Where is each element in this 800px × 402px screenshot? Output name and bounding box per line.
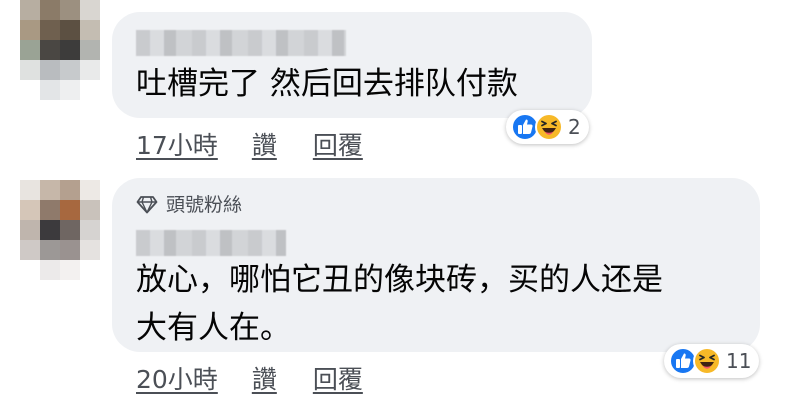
comment-1: 吐槽完了 然后回去排队付款 2 17小時 讚 回覆 bbox=[0, 0, 800, 160]
avatar[interactable] bbox=[20, 180, 100, 280]
timestamp-link[interactable]: 17小時 bbox=[136, 126, 218, 162]
avatar[interactable] bbox=[20, 0, 100, 100]
reaction-summary[interactable]: 11 bbox=[664, 344, 760, 378]
diamond-icon bbox=[136, 195, 158, 213]
reaction-count: 11 bbox=[726, 349, 752, 373]
comment-text: 吐槽完了 然后回去排队付款 bbox=[136, 66, 518, 102]
comment-actions: 17小時 讚 回覆 bbox=[136, 126, 363, 162]
reaction-summary[interactable]: 2 bbox=[506, 110, 589, 144]
author-name-blurred[interactable] bbox=[136, 230, 286, 256]
comment-bubble: 頭號粉絲 放心，哪怕它丑的像块砖，买的人还是 大有人在。 bbox=[112, 178, 760, 352]
haha-icon bbox=[693, 347, 721, 375]
comment-text: 放心，哪怕它丑的像块砖，买的人还是 大有人在。 bbox=[136, 262, 663, 346]
top-fan-badge: 頭號粉絲 bbox=[136, 190, 242, 217]
reply-button[interactable]: 回覆 bbox=[313, 126, 363, 162]
haha-icon bbox=[535, 113, 563, 141]
reaction-count: 2 bbox=[568, 115, 581, 139]
comment-2: 頭號粉絲 放心，哪怕它丑的像块砖，买的人还是 大有人在。 11 20小時 讚 回… bbox=[0, 160, 800, 402]
like-button[interactable]: 讚 bbox=[252, 126, 277, 162]
timestamp-link[interactable]: 20小時 bbox=[136, 360, 218, 396]
comment-actions: 20小時 讚 回覆 bbox=[136, 360, 363, 396]
like-button[interactable]: 讚 bbox=[252, 360, 277, 396]
author-name-blurred[interactable] bbox=[136, 30, 346, 56]
reply-button[interactable]: 回覆 bbox=[313, 360, 363, 396]
comment-bubble: 吐槽完了 然后回去排队付款 bbox=[112, 12, 592, 118]
badge-label: 頭號粉絲 bbox=[166, 194, 243, 216]
